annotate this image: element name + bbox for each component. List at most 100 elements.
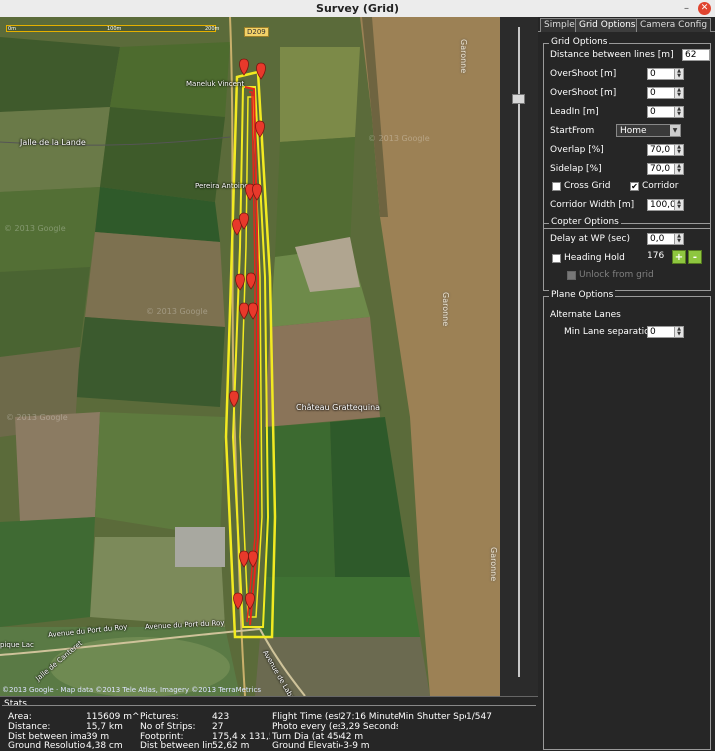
waypoint-marker-icon[interactable] — [239, 550, 249, 568]
overshoot1-label: OverShoot [m] — [550, 69, 617, 79]
waypoint-marker-icon[interactable] — [255, 120, 265, 138]
min-lane-value: 0 — [650, 327, 656, 337]
title-bar: Survey (Grid) – ✕ — [0, 0, 715, 17]
startfrom-value: Home — [620, 126, 647, 136]
spin-arrows-icon[interactable]: ▲ ▼ — [674, 234, 683, 244]
photo-every-label: Photo every (est) — [272, 722, 340, 732]
startfrom-select[interactable]: Home ▼ — [616, 124, 681, 137]
minimize-button[interactable]: – — [680, 2, 693, 15]
waypoint-marker-icon[interactable] — [235, 273, 245, 291]
spin-arrows-icon[interactable]: ▲ ▼ — [674, 69, 683, 79]
distance-stat-value: 15,7 km — [86, 722, 123, 732]
map-view[interactable]: 0m 100m 200m D209 Maneluk Vincent Jalle … — [0, 17, 500, 696]
delay-input[interactable]: 0,0 ▲ ▼ — [647, 233, 684, 245]
overshoot2-label: OverShoot [m] — [550, 88, 617, 98]
sidelap-label: Sidelap [%] — [550, 164, 602, 174]
unlock-grid-checkbox[interactable] — [567, 271, 576, 280]
waypoint-marker-icon[interactable] — [256, 62, 266, 80]
crossgrid-label: Cross Grid — [564, 181, 611, 191]
flight-time-label: Flight Time (est): — [272, 712, 340, 722]
distance-stat-label: Distance: — [8, 722, 51, 732]
spin-arrows-icon[interactable]: ▲ ▼ — [674, 164, 683, 174]
plane-options-title: Plane Options — [549, 290, 616, 300]
pictures-value: 423 — [212, 712, 230, 722]
waypoint-marker-icon[interactable] — [233, 592, 243, 610]
spin-arrows-icon[interactable]: ▲ ▼ — [674, 107, 683, 117]
waypoint-marker-icon[interactable] — [229, 390, 239, 408]
options-panel: Simple Grid Options Camera Config Grid O… — [538, 17, 715, 750]
heading-hold-checkbox[interactable] — [552, 254, 561, 263]
alternate-lanes-label: Alternate Lanes — [550, 310, 621, 320]
leadin-value: 0 — [650, 107, 656, 117]
corridor-width-label: Corridor Width [m] — [550, 200, 635, 210]
leadin-label: LeadIn [m] — [550, 107, 599, 117]
distance-input[interactable]: 62 — [682, 49, 710, 61]
corridor-label: Corridor — [642, 181, 679, 191]
waypoint-marker-icon[interactable] — [252, 183, 262, 201]
leadin-input[interactable]: 0 ▲ ▼ — [647, 106, 684, 118]
spin-arrows-icon[interactable]: ▲ ▼ — [674, 145, 683, 155]
waypoint-marker-icon[interactable] — [246, 272, 256, 290]
overshoot1-value: 0 — [650, 69, 656, 79]
sidelap-input[interactable]: 70,0 ▲ ▼ — [647, 163, 684, 175]
delay-label: Delay at WP (sec) — [550, 234, 630, 244]
min-lane-label: Min Lane separation — [564, 327, 656, 337]
copter-options-title: Copter Options — [549, 217, 621, 227]
grid-options-title: Grid Options — [549, 37, 610, 47]
zoom-slider[interactable] — [500, 17, 538, 696]
spin-arrows-icon[interactable]: ▲ ▼ — [674, 88, 683, 98]
min-shutter-value: 1/547 — [466, 712, 492, 722]
crossgrid-checkbox[interactable] — [552, 182, 561, 191]
tab-simple[interactable]: Simple — [540, 18, 579, 32]
tab-camera-config[interactable]: Camera Config — [636, 18, 712, 32]
chevron-down-icon[interactable]: ▼ — [670, 125, 680, 136]
area-value: 115609 m^2 — [86, 712, 140, 722]
tab-grid-options[interactable]: Grid Options — [575, 18, 640, 32]
copter-options-group: Copter Options Delay at WP (sec) 0,0 ▲ ▼ H… — [543, 217, 711, 291]
heading-plus-button[interactable]: + — [672, 250, 686, 264]
startfrom-label: StartFrom — [550, 126, 595, 136]
map-copyright: ©2013 Google · Map data ©2013 Tele Atlas… — [2, 686, 261, 694]
tab-bar: Simple Grid Options Camera Config — [538, 17, 715, 32]
check-icon: ✔ — [631, 182, 638, 191]
waypoint-marker-icon[interactable] — [239, 58, 249, 76]
overlap-value: 70,0 — [650, 145, 671, 155]
stats-panel: Stats Area: 115609 m^2 Distance: 15,7 km… — [0, 696, 538, 751]
plane-options-group: Plane Options Alternate Lanes Min Lane s… — [543, 290, 711, 750]
waypoint-marker-icon[interactable] — [245, 592, 255, 610]
overshoot2-input[interactable]: 0 ▲ ▼ — [647, 87, 684, 99]
stats-title: Stats — [4, 699, 27, 709]
overlap-input[interactable]: 70,0 ▲ ▼ — [647, 144, 684, 156]
overlap-label: Overlap [%] — [550, 145, 604, 155]
distance-value: 62 — [685, 50, 697, 60]
delay-value: 0,0 — [650, 234, 665, 244]
window-title: Survey (Grid) — [316, 2, 399, 15]
corridor-width-value: 100,0 — [650, 200, 676, 210]
corridor-checkbox[interactable]: ✔ — [630, 182, 639, 191]
stats-divider — [2, 705, 536, 706]
spin-arrows-icon[interactable]: ▲ ▼ — [674, 200, 683, 210]
corridor-width-input[interactable]: 100,0 ▲ ▼ — [647, 199, 684, 211]
heading-value: 176 — [647, 251, 665, 261]
min-shutter-label: Min Shutter Speed — [398, 712, 466, 722]
heading-minus-button[interactable]: - — [688, 250, 702, 264]
unlock-grid-label: Unlock from grid — [579, 270, 654, 280]
waypoint-marker-icon[interactable] — [239, 302, 249, 320]
close-button[interactable]: ✕ — [698, 2, 711, 15]
spin-arrows-icon[interactable]: ▲ ▼ — [674, 327, 683, 337]
waypoint-marker-icon[interactable] — [248, 302, 258, 320]
overshoot1-input[interactable]: 0 ▲ ▼ — [647, 68, 684, 80]
flight-time-value: 27:16 Minutes — [340, 712, 398, 722]
zoom-track — [518, 27, 520, 677]
waypoint-marker-icon[interactable] — [248, 550, 258, 568]
overshoot2-value: 0 — [650, 88, 656, 98]
strips-label: No of Strips: — [140, 722, 196, 732]
strips-value: 27 — [212, 722, 224, 732]
pictures-label: Pictures: — [140, 712, 179, 722]
sidelap-value: 70,0 — [650, 164, 671, 174]
photo-every-value: 3,29 Seconds — [340, 722, 398, 732]
min-lane-input[interactable]: 0 ▲ ▼ — [647, 326, 684, 338]
zoom-thumb[interactable] — [512, 94, 525, 104]
heading-hold-label: Heading Hold — [564, 253, 625, 263]
area-label: Area: — [8, 712, 32, 722]
